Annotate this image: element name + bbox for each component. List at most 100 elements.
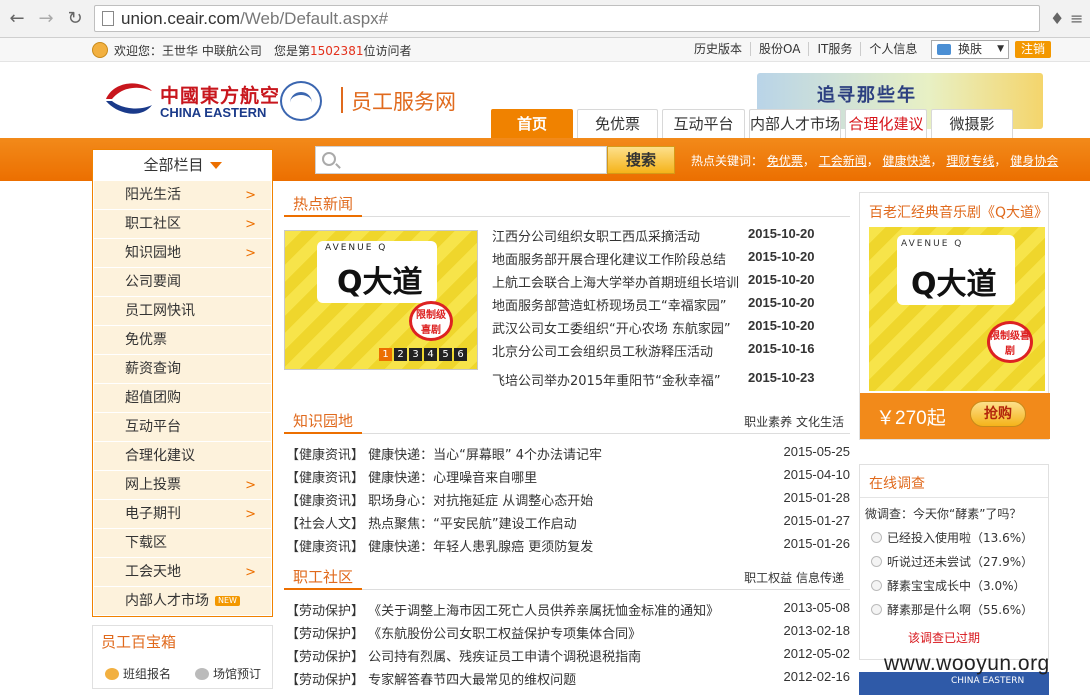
sidebar-menu: 阳光生活 > 职工社区 > 知识园地 > 公司要闻 员工网快讯 免优票 薪资查询 超值… — [92, 181, 273, 617]
sidebar-item[interactable]: 员工网快讯 — [94, 297, 271, 326]
sidebar-item[interactable]: 超值团购 — [94, 384, 271, 413]
promo-image[interactable]: AVENUE Q Q大道 限制级喜剧 — [869, 227, 1045, 391]
reload-icon[interactable]: ↻ — [64, 8, 86, 30]
sidebar-item[interactable]: 电子期刊 > — [94, 500, 271, 529]
search-input[interactable] — [316, 147, 606, 173]
news-item[interactable]: 武汉公司女工委组织“开心农场 东航家园” 2015-10-20 — [492, 318, 815, 337]
news-title: 武汉公司女工委组织“开心农场 东航家园” — [492, 322, 731, 337]
hot-word-link[interactable]: 理财专线 — [946, 154, 994, 168]
browser-toolbar: ← → ↻ union.ceair.com/Web/Default.aspx# … — [0, 0, 1090, 38]
hot-word-link[interactable]: 健康快递 — [883, 154, 931, 168]
section-title[interactable]: 知识园地 — [284, 410, 363, 434]
link-career[interactable]: 职业素养 — [744, 415, 792, 429]
list-item[interactable]: 【健康资讯】 健康快递：年轻人患乳腺癌 更须防复发 2015-01-26 — [286, 536, 850, 555]
poster-badge: 限制级喜剧 — [409, 301, 453, 341]
radio-button[interactable] — [871, 532, 882, 543]
news-item[interactable]: 江西分公司组织女职工西瓜采摘活动 2015-10-20 — [492, 226, 815, 245]
list-title: 【劳动保护】 公司持有烈属、残疾证员工申请个调税退税指南 — [286, 650, 642, 665]
link-rights[interactable]: 职工权益 — [744, 571, 792, 585]
skin-select[interactable]: 换肤 ▼ — [931, 40, 1009, 59]
list-date: 2015-01-26 — [783, 536, 851, 551]
sidebar-item-label: 工会天地 — [125, 564, 181, 580]
list-item[interactable]: 【健康资讯】 健康快递：当心“屏幕眼” 4个办法请记牢 2015-05-25 — [286, 444, 850, 463]
sidebar-item[interactable]: 网上投票 > — [94, 471, 271, 500]
radio-button[interactable] — [871, 556, 882, 567]
slide-number[interactable]: 1 — [379, 348, 392, 361]
list-item[interactable]: 【劳动保护】 《关于调整上海市因工死亡人员供养亲属抚恤金标准的通知》 2013-0… — [286, 600, 850, 619]
slide-number[interactable]: 4 — [424, 348, 437, 361]
key-icon[interactable]: ♦ — [1050, 9, 1064, 28]
list-item[interactable]: 【劳动保护】 专家解答春节四大最常见的维权问题 2012-02-16 — [286, 669, 850, 688]
link-it-service[interactable]: IT服务 — [808, 42, 860, 56]
all-categories-toggle[interactable]: 全部栏目 — [92, 149, 273, 181]
search-button[interactable]: 搜索 — [607, 146, 675, 174]
promo-title[interactable]: 百老汇经典音乐剧《Q大道》 — [869, 202, 1048, 222]
news-item[interactable]: 飞培公司举办2015年重阳节“金秋幸福” 2015-10-23 — [492, 370, 815, 389]
radio-button[interactable] — [871, 604, 882, 615]
sidebar-item[interactable]: 互动平台 — [94, 413, 271, 442]
radio-button[interactable] — [871, 580, 882, 591]
link-history-version[interactable]: 历史版本 — [694, 42, 750, 56]
news-item[interactable]: 北京分公司工会组织员工秋游释压活动 2015-10-16 — [492, 341, 815, 360]
hot-word-link[interactable]: 健身协会 — [1010, 154, 1058, 168]
tab-discount-ticket[interactable]: 免优票 — [577, 109, 658, 138]
list-item[interactable]: 【健康资讯】 健康快递：心理噪音来自哪里 2015-04-10 — [286, 467, 850, 486]
sidebar-item[interactable]: 薪资查询 — [94, 355, 271, 384]
news-item[interactable]: 地面服务部开展合理化建议工作阶段总结 2015-10-20 — [492, 249, 815, 268]
sidebar-item[interactable]: 职工社区 > — [94, 210, 271, 239]
survey-option-label: 听说过还未尝试（27.9%） — [887, 555, 1034, 569]
link-info[interactable]: 信息传递 — [796, 571, 844, 585]
logout-button[interactable]: 注销 — [1015, 41, 1051, 58]
news-title: 地面服务部开展合理化建议工作阶段总结 — [492, 253, 727, 268]
tab-home[interactable]: 首页 — [491, 109, 573, 138]
link-stock-oa[interactable]: 股份OA — [750, 42, 808, 56]
tab-interactive[interactable]: 互动平台 — [662, 109, 745, 138]
sidebar-item[interactable]: 内部人才市场 NEW — [94, 587, 271, 616]
toolbox-item-venue-booking[interactable]: 场馆预订 — [195, 665, 261, 682]
slide-number[interactable]: 3 — [409, 348, 422, 361]
tab-micro-photo[interactable]: 微摄影 — [931, 109, 1013, 138]
sidebar-item[interactable]: 知识园地 > — [94, 239, 271, 268]
hot-word-link[interactable]: 工会新闻 — [819, 154, 867, 168]
link-culture[interactable]: 文化生活 — [796, 415, 844, 429]
back-icon[interactable]: ← — [6, 8, 28, 30]
survey-option[interactable]: 酵素那是什么啊（55.6%） — [871, 601, 1033, 618]
menu-icon[interactable]: ≡ — [1070, 9, 1083, 28]
sidebar-item[interactable]: 合理化建议 — [94, 442, 271, 471]
poster-subtitle: AVENUE Q — [901, 239, 964, 249]
promo-panel: 百老汇经典音乐剧《Q大道》 AVENUE Q Q大道 限制级喜剧 ￥270起 抢… — [859, 192, 1050, 440]
toolbox-item-team-signup[interactable]: 班组报名 — [105, 665, 171, 682]
search-field[interactable] — [315, 146, 607, 174]
hot-word-link[interactable]: 免优票 — [767, 154, 803, 168]
poster-title: Q大道 — [911, 267, 997, 302]
slide-number[interactable]: 2 — [394, 348, 407, 361]
list-item[interactable]: 【社会人文】 热点聚焦：“平安民航”建设工作启动 2015-01-27 — [286, 513, 850, 532]
sidebar-item[interactable]: 免优票 — [94, 326, 271, 355]
news-item[interactable]: 上航工会联合上海大学举办首期班组长培训 2015-10-20 — [492, 272, 815, 291]
list-item[interactable]: 【劳动保护】 公司持有烈属、残疾证员工申请个调税退税指南 2012-05-02 — [286, 646, 850, 665]
survey-option[interactable]: 听说过还未尝试（27.9%） — [871, 553, 1033, 570]
list-item[interactable]: 【健康资讯】 职场身心：对抗拖延症 从调整心态开始 2015-01-28 — [286, 490, 850, 509]
section-title[interactable]: 热点新闻 — [284, 193, 363, 217]
tab-talent-market[interactable]: 内部人才市场 — [749, 109, 841, 138]
buy-button[interactable]: 抢购 — [970, 401, 1026, 427]
slide-number[interactable]: 6 — [454, 348, 467, 361]
slide-number[interactable]: 5 — [439, 348, 452, 361]
section-title[interactable]: 职工社区 — [284, 566, 363, 590]
sidebar-item[interactable]: 工会天地 > — [94, 558, 271, 587]
address-bar[interactable]: union.ceair.com/Web/Default.aspx# — [94, 5, 1040, 32]
community-header: 职工社区 职工权益 信息传递 — [284, 566, 850, 590]
tab-suggestion[interactable]: 合理化建议 — [845, 109, 927, 138]
list-item[interactable]: 【劳动保护】 《东航股份公司女职工权益保护专项集体合同》 2013-02-18 — [286, 623, 850, 642]
forward-icon[interactable]: → — [35, 8, 57, 30]
survey-option[interactable]: 酵素宝宝成长中（3.0%） — [871, 577, 1026, 594]
link-personal-info[interactable]: 个人信息 — [860, 42, 925, 56]
hot-keywords-label: 热点关键词： — [691, 154, 764, 168]
survey-option[interactable]: 已经投入使用啦（13.6%） — [871, 529, 1033, 546]
sidebar-item[interactable]: 下载区 — [94, 529, 271, 558]
sidebar-item[interactable]: 公司要闻 — [94, 268, 271, 297]
news-item[interactable]: 地面服务部营造虹桥现场员工“幸福家园” 2015-10-20 — [492, 295, 815, 314]
survey-option-label: 酵素那是什么啊（55.6%） — [887, 603, 1034, 617]
sidebar-item[interactable]: 阳光生活 > — [94, 181, 271, 210]
news-slideshow[interactable]: AVENUE Q Q大道 限制级喜剧 1 2 3 4 5 6 — [284, 230, 478, 370]
